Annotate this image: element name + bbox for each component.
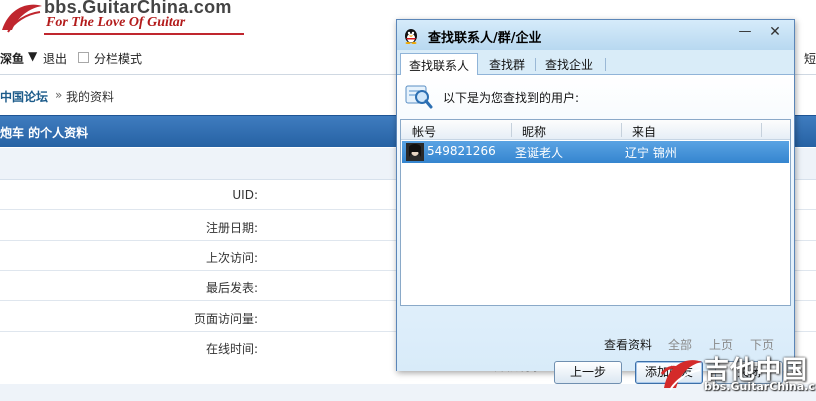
column-header-account[interactable]: 帐号 <box>412 123 436 140</box>
breadcrumb-home-link[interactable]: 中国论坛 <box>0 88 48 105</box>
site-slogan: For The Love Of Guitar <box>46 15 186 30</box>
prev-step-button[interactable]: 上一步 <box>554 361 622 384</box>
guitar-logo-icon <box>2 4 42 33</box>
column-header-from[interactable]: 来自 <box>632 123 656 140</box>
chevron-down-icon[interactable]: ▼ <box>28 49 37 63</box>
dialog-titlebar[interactable]: 查找联系人/群/企业 — ✕ <box>397 20 794 50</box>
logout-link[interactable]: 退出 <box>43 50 67 67</box>
column-header-nickname[interactable]: 昵称 <box>522 123 546 140</box>
split-mode-checkbox[interactable] <box>78 52 89 63</box>
close-icon[interactable]: ✕ <box>764 23 786 41</box>
logo-underline <box>44 33 244 35</box>
search-result-icon <box>405 85 433 109</box>
short-message-link[interactable]: 短 <box>804 50 816 67</box>
profile-title: 炮车 的个人资料 <box>0 126 89 140</box>
column-divider <box>511 123 512 137</box>
field-label: 注册日期: <box>205 221 258 235</box>
username-link[interactable]: 深鱼 <box>0 50 24 67</box>
row-from: 辽宁 锦州 <box>625 146 677 160</box>
row-nickname: 圣诞老人 <box>515 146 564 160</box>
field-label: 页面访问量: <box>193 312 258 326</box>
results-list-header: 帐号 昵称 来自 <box>401 120 790 140</box>
field-label: 最后发表: <box>205 281 258 295</box>
qq-penguin-icon <box>405 29 417 44</box>
found-users-label: 以下是为您查找到的用户: <box>443 91 580 105</box>
breadcrumb-current: 我的资料 <box>66 90 115 104</box>
tab-find-group[interactable]: 查找群 <box>481 53 533 75</box>
field-label: UID: <box>232 188 258 202</box>
avatar <box>406 143 424 161</box>
tab-divider <box>535 58 536 71</box>
column-divider <box>621 123 622 137</box>
tab-find-enterprise[interactable]: 查找企业 <box>537 53 601 75</box>
field-label: 上次访问: <box>205 251 258 265</box>
tab-divider <box>605 58 606 71</box>
split-mode-label[interactable]: 分栏模式 <box>94 50 142 67</box>
guitarchina-watermark: 吉他中国 bbs.GuitarChina.com <box>660 350 816 401</box>
row-account: 549821266 <box>427 144 496 158</box>
view-profile-link[interactable]: 查看资料 <box>604 336 652 353</box>
breadcrumb-separator: » <box>55 88 63 102</box>
guitar-logo-icon <box>660 360 702 391</box>
column-divider <box>761 123 762 137</box>
watermark-url: bbs.GuitarChina.com <box>704 380 816 393</box>
dialog-body: 以下是为您查找到的用户: 帐号 昵称 来自 549821266 圣诞老人 辽宁 … <box>397 75 794 384</box>
minimize-icon[interactable]: — <box>734 23 756 41</box>
tab-find-contact[interactable]: 查找联系人 <box>400 53 479 76</box>
field-label: 在线时间: <box>205 342 258 356</box>
tab-strip: 查找联系人 查找群 查找企业 <box>397 53 794 76</box>
find-contact-dialog: 查找联系人/群/企业 — ✕ 查找联系人 查找群 查找企业 以下是为您查找到的用… <box>396 19 795 384</box>
dialog-title: 查找联系人/群/企业 <box>428 31 542 46</box>
results-list[interactable]: 帐号 昵称 来自 549821266 圣诞老人 辽宁 锦州 <box>400 119 791 306</box>
result-row[interactable]: 549821266 圣诞老人 辽宁 锦州 <box>402 141 789 163</box>
